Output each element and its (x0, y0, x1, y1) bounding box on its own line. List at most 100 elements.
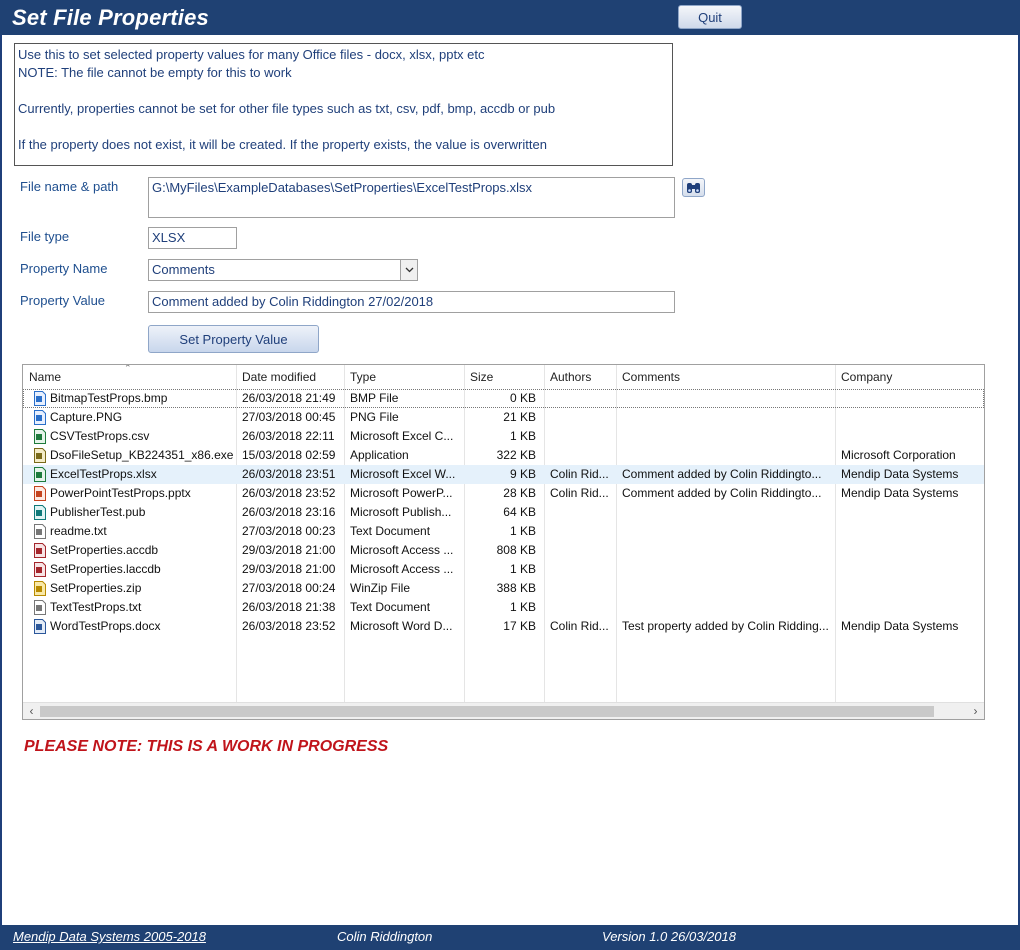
comments-cell: Comment added by Colin Riddingto... (622, 486, 822, 500)
column-header-authors[interactable]: Authors (544, 365, 616, 389)
file-list[interactable]: ⌃ Name Date modified Type Size Authors C… (22, 364, 985, 720)
file-row[interactable]: SetProperties.zip 27/03/2018 00:24 WinZip … (23, 579, 984, 598)
authors-cell: Colin Rid... (550, 467, 609, 481)
comments-cell: Test property added by Colin Ridding... (622, 619, 829, 633)
property-name-combo[interactable]: Comments (148, 259, 418, 281)
work-in-progress-note: PLEASE NOTE: THIS IS A WORK IN PROGRESS (24, 738, 389, 755)
size-cell: 1 KB (509, 600, 536, 614)
publisher-file-icon (34, 505, 46, 520)
column-header-company[interactable]: Company (835, 365, 984, 389)
access-lock-file-icon (34, 562, 46, 577)
size-cell: 21 KB (503, 410, 536, 424)
type-cell: Microsoft PowerP... (350, 486, 453, 500)
type-cell: Microsoft Word D... (350, 619, 453, 633)
type-cell: Microsoft Access ... (350, 562, 454, 576)
size-cell: 17 KB (503, 619, 536, 633)
property-name-dropdown-button[interactable] (400, 260, 417, 280)
page-title: Set File Properties (12, 5, 209, 30)
column-header-date[interactable]: Date modified (236, 365, 344, 389)
file-row[interactable]: BitmapTestProps.bmp 26/03/2018 21:49 BMP F… (23, 389, 984, 408)
company-cell: Microsoft Corporation (841, 448, 956, 462)
powerpoint-file-icon (34, 486, 46, 501)
author-text: Colin Riddington (337, 929, 433, 944)
comments-cell: Comment added by Colin Riddingto... (622, 467, 822, 481)
type-cell: Microsoft Excel C... (350, 429, 454, 443)
size-cell: 9 KB (509, 467, 536, 481)
zip-file-icon (34, 581, 46, 596)
browse-button[interactable] (682, 178, 705, 197)
file-row[interactable]: TextTestProps.txt 26/03/2018 21:38 Text Do… (23, 598, 984, 617)
excel-file-icon (34, 467, 46, 482)
file-name-cell: BitmapTestProps.bmp (50, 391, 168, 405)
company-cell: Mendip Data Systems (841, 486, 959, 500)
type-cell: Microsoft Excel W... (350, 467, 456, 481)
file-name-cell: ExcelTestProps.xlsx (50, 467, 157, 481)
size-cell: 0 KB (509, 391, 536, 405)
info-box: Use this to set selected property values… (14, 43, 673, 166)
company-link[interactable]: Mendip Data Systems 2005-2018 (13, 929, 206, 944)
date-modified-cell: 26/03/2018 23:51 (242, 467, 336, 481)
type-cell: Text Document (350, 524, 431, 538)
image-file-icon (34, 391, 46, 406)
info-line: Use this to set selected property values… (18, 47, 485, 62)
file-name-cell: Capture.PNG (50, 410, 123, 424)
file-row[interactable]: readme.txt 27/03/2018 00:23 Text Document 1… (23, 522, 984, 541)
chevron-down-icon (405, 267, 413, 273)
size-cell: 322 KB (496, 448, 536, 462)
column-header-type[interactable]: Type (344, 365, 464, 389)
file-name-cell: CSVTestProps.csv (50, 429, 150, 443)
info-line (18, 118, 669, 136)
info-line: If the property does not exist, it will … (18, 137, 547, 152)
type-cell: WinZip File (350, 581, 411, 595)
scrollbar-thumb[interactable] (40, 706, 934, 717)
date-modified-cell: 29/03/2018 21:00 (242, 543, 336, 557)
size-cell: 1 KB (509, 562, 536, 576)
date-modified-cell: 26/03/2018 23:52 (242, 486, 336, 500)
horizontal-scrollbar[interactable]: ‹ › (23, 702, 984, 719)
file-name-field[interactable]: G:\MyFiles\ExampleDatabases\SetPropertie… (148, 177, 675, 218)
property-name-label: Property Name (20, 261, 108, 276)
file-row[interactable]: WordTestProps.docx 26/03/2018 23:52 Micros… (23, 617, 984, 636)
date-modified-cell: 27/03/2018 00:23 (242, 524, 336, 538)
column-header-name[interactable]: Name (23, 365, 236, 389)
file-row[interactable]: CSVTestProps.csv 26/03/2018 22:11 Microsof… (23, 427, 984, 446)
file-type-field[interactable]: XLSX (148, 227, 237, 249)
type-cell: PNG File (350, 410, 399, 424)
file-name-cell: SetProperties.zip (50, 581, 142, 595)
text-file-icon (34, 600, 46, 615)
file-row[interactable]: ExcelTestProps.xlsx 26/03/2018 23:51 Micro… (23, 465, 984, 484)
set-property-value-button[interactable]: Set Property Value (148, 325, 319, 353)
size-cell: 28 KB (503, 486, 536, 500)
text-file-icon (34, 524, 46, 539)
file-row[interactable]: PublisherTest.pub 26/03/2018 23:16 Microso… (23, 503, 984, 522)
type-cell: BMP File (350, 391, 399, 405)
file-row[interactable]: SetProperties.accdb 29/03/2018 21:00 Micro… (23, 541, 984, 560)
date-modified-cell: 27/03/2018 00:45 (242, 410, 336, 424)
file-name-cell: WordTestProps.docx (50, 619, 161, 633)
file-row[interactable]: Capture.PNG 27/03/2018 00:45 PNG File 21 KB (23, 408, 984, 427)
column-header-size[interactable]: Size (464, 365, 544, 389)
file-row[interactable]: SetProperties.laccdb 29/03/2018 21:00 Micr… (23, 560, 984, 579)
property-value-field[interactable]: Comment added by Colin Riddington 27/02/… (148, 291, 675, 313)
authors-cell: Colin Rid... (550, 486, 609, 500)
property-value-label: Property Value (20, 293, 106, 308)
file-row[interactable]: DsoFileSetup_KB224351_x86.exe 15/03/2018 … (23, 446, 984, 465)
size-cell: 808 KB (496, 543, 536, 557)
file-row[interactable]: PowerPointTestProps.pptx 26/03/2018 23:52… (23, 484, 984, 503)
image-file-icon (34, 410, 46, 425)
quit-button[interactable]: Quit (678, 5, 742, 29)
scroll-left-icon[interactable]: ‹ (23, 704, 40, 719)
info-line: Currently, properties cannot be set for … (18, 101, 556, 116)
binoculars-icon (687, 182, 700, 193)
column-header-comments[interactable]: Comments (616, 365, 835, 389)
file-name-cell: PublisherTest.pub (50, 505, 146, 519)
date-modified-cell: 26/03/2018 21:38 (242, 600, 336, 614)
word-file-icon (34, 619, 46, 634)
authors-cell: Colin Rid... (550, 619, 609, 633)
size-cell: 388 KB (496, 581, 536, 595)
type-cell: Text Document (350, 600, 431, 614)
title-bar: Set File Properties Quit (0, 0, 1020, 35)
file-name-cell: SetProperties.accdb (50, 543, 159, 557)
scroll-right-icon[interactable]: › (967, 704, 984, 719)
file-name-cell: SetProperties.laccdb (50, 562, 161, 576)
